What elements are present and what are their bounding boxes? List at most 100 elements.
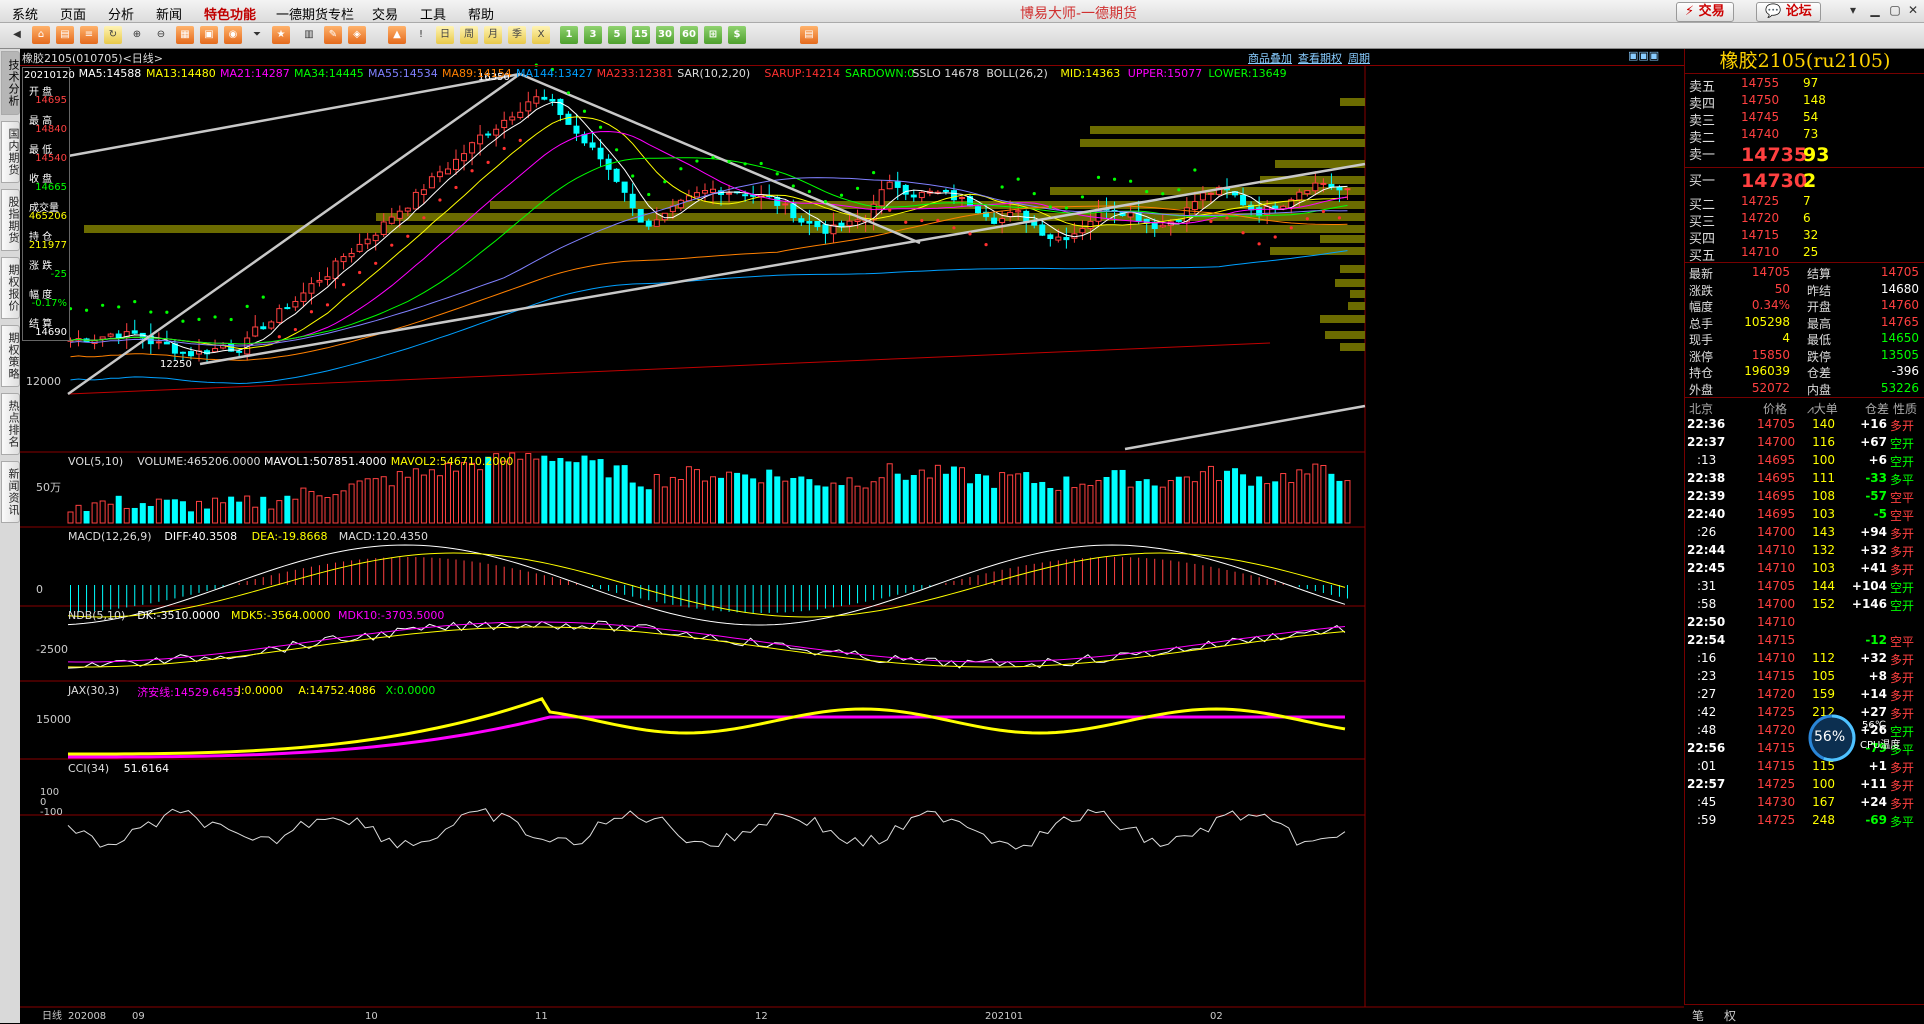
star-icon[interactable]: ★ xyxy=(272,26,290,44)
period-season-button[interactable]: 季 xyxy=(508,26,526,44)
minimize-icon[interactable]: ▁ xyxy=(1866,2,1884,18)
stat-row: 持仓 196039 仓差 -396 xyxy=(1685,363,1924,380)
close-icon[interactable]: ✕ xyxy=(1904,2,1922,18)
period-custom-icon[interactable]: ⊞ xyxy=(704,26,722,44)
filter-icon[interactable]: ⏷ xyxy=(248,26,266,44)
candle-body xyxy=(894,181,901,188)
candle-body xyxy=(798,218,805,223)
chart-icon[interactable]: ▣ xyxy=(200,26,218,44)
forum-button[interactable]: 💬 论坛 xyxy=(1756,2,1821,22)
list-icon[interactable]: ≡ xyxy=(80,26,98,44)
zoom-in-icon[interactable]: ⊕ xyxy=(128,26,146,44)
period-30min-button[interactable]: 30 xyxy=(656,26,674,44)
menu-icon[interactable]: ▾ xyxy=(1844,2,1862,18)
indicator-icon[interactable]: ◈ xyxy=(348,26,366,44)
view-options-link[interactable]: 查看期权 xyxy=(1298,50,1342,66)
volume-bar xyxy=(1256,476,1263,524)
tab-option-strategy[interactable]: 期权策略 xyxy=(1,325,20,387)
period-month-button[interactable]: 月 xyxy=(484,26,502,44)
commodity-overlay-link[interactable]: 商品叠加 xyxy=(1248,50,1292,66)
period-day-button[interactable]: 日 xyxy=(436,26,454,44)
volume-bar xyxy=(967,483,973,524)
home-icon[interactable]: ⌂ xyxy=(32,26,50,44)
sar-dot xyxy=(165,310,169,314)
menu-help[interactable]: 帮助 xyxy=(468,4,494,23)
period-link[interactable]: 周期 xyxy=(1348,50,1370,66)
maximize-icon[interactable]: ▢ xyxy=(1886,2,1904,18)
stat-value: 53226 xyxy=(1880,380,1919,395)
volume-bar xyxy=(1199,471,1206,524)
period-60min-button[interactable]: 60 xyxy=(680,26,698,44)
bid-row[interactable]: 买三 14720 6 xyxy=(1685,210,1924,230)
tab-domestic-futures[interactable]: 国内期货 xyxy=(1,121,20,183)
chip-bar xyxy=(1348,302,1365,310)
table-icon[interactable]: ▥ xyxy=(300,26,318,44)
stat-label: 总手 xyxy=(1689,316,1714,331)
tab-technical-analysis[interactable]: 技术分析 xyxy=(1,51,20,115)
menu-analysis[interactable]: 分析 xyxy=(108,4,134,23)
menu-page[interactable]: 页面 xyxy=(60,4,86,23)
folder-icon[interactable]: ▤ xyxy=(56,26,74,44)
volume-bar xyxy=(525,453,532,524)
chart-area[interactable]: 1300012000163501225020200809101112202101… xyxy=(20,49,1684,1023)
calculator-icon[interactable]: ▤ xyxy=(800,26,818,44)
zoom-out-icon[interactable]: ⊖ xyxy=(152,26,170,44)
sar-dot xyxy=(1145,190,1149,194)
volume-bar xyxy=(1079,483,1086,524)
tab-ticks[interactable]: 笔 xyxy=(1692,1007,1704,1024)
volume-bar xyxy=(115,495,122,524)
period-3min-button[interactable]: 3 xyxy=(584,26,602,44)
period-x-button[interactable]: X xyxy=(532,26,550,44)
trade-button[interactable]: ⚡ 交易 xyxy=(1676,2,1734,22)
stat-label: 昨结 xyxy=(1807,283,1832,298)
bid-row[interactable]: 买五 14710 25 xyxy=(1685,244,1924,264)
jax_panel-value: X:0.0000 xyxy=(385,684,436,697)
menu-system[interactable]: 系统 xyxy=(12,4,38,23)
grid-icon[interactable]: ▦ xyxy=(176,26,194,44)
layout-toggle-icon[interactable]: ▣▣▣ xyxy=(1628,49,1659,62)
bookmark-icon[interactable]: ▲ xyxy=(388,26,406,44)
cci_panel-value: 51.6164 xyxy=(123,762,170,775)
tab-news[interactable]: 新闻资讯 xyxy=(1,461,20,523)
candle-body xyxy=(404,207,411,212)
sar-dot xyxy=(470,169,474,173)
alert-icon[interactable]: ! xyxy=(412,26,430,44)
menu-trade[interactable]: 交易 xyxy=(372,4,398,23)
draw-icon[interactable]: ✎ xyxy=(324,26,342,44)
ask-row[interactable]: 卖二 14740 73 xyxy=(1685,126,1924,146)
menu-features[interactable]: 特色功能 xyxy=(204,4,256,23)
candle-body xyxy=(854,219,861,222)
stat-label: 现手 xyxy=(1689,333,1714,347)
ask-row[interactable]: 卖三 14745 54 xyxy=(1685,109,1924,129)
bid-row[interactable]: 买四 14715 32 xyxy=(1685,227,1924,247)
tab-option-quotes[interactable]: 期权报价 xyxy=(1,257,20,319)
bid-row[interactable]: 买一 14730 2 xyxy=(1685,169,1924,192)
back-icon[interactable]: ◀ xyxy=(8,26,26,44)
period-5min-button[interactable]: 5 xyxy=(608,26,626,44)
sar-dot xyxy=(1241,231,1245,235)
refresh-icon[interactable]: ↻ xyxy=(104,26,122,44)
ask-row[interactable]: 卖四 14750 148 xyxy=(1685,92,1924,112)
menu-tools[interactable]: 工具 xyxy=(420,4,446,23)
period-week-button[interactable]: 周 xyxy=(460,26,478,44)
macd_panel-value: MACD:120.4350 xyxy=(338,530,428,543)
lock-icon[interactable]: ◉ xyxy=(224,26,242,44)
period-dollar-icon[interactable]: $ xyxy=(728,26,746,44)
ask-row[interactable]: 卖一 14735 93 xyxy=(1685,143,1924,166)
period-1min-button[interactable]: 1 xyxy=(560,26,578,44)
sar-dot xyxy=(518,138,522,142)
period-15min-button[interactable]: 15 xyxy=(632,26,650,44)
tab-rights[interactable]: 权 xyxy=(1724,1007,1736,1024)
ask-row[interactable]: 卖五 14755 97 xyxy=(1685,75,1924,95)
bid-row[interactable]: 买二 14725 7 xyxy=(1685,193,1924,213)
volume-bar xyxy=(1007,474,1014,524)
candle-body xyxy=(340,256,347,263)
sar-dot xyxy=(598,125,603,129)
sar-dot xyxy=(325,303,330,307)
tab-hot-ranking[interactable]: 热点排名 xyxy=(1,393,20,455)
menu-yide-column[interactable]: 一德期货专栏 xyxy=(276,4,354,23)
tab-index-futures[interactable]: 股指期货 xyxy=(1,189,20,251)
trade-row: 22:37 14700 116 +67 空开 xyxy=(1685,434,1924,452)
candle-body xyxy=(155,341,162,344)
menu-news[interactable]: 新闻 xyxy=(156,4,182,23)
